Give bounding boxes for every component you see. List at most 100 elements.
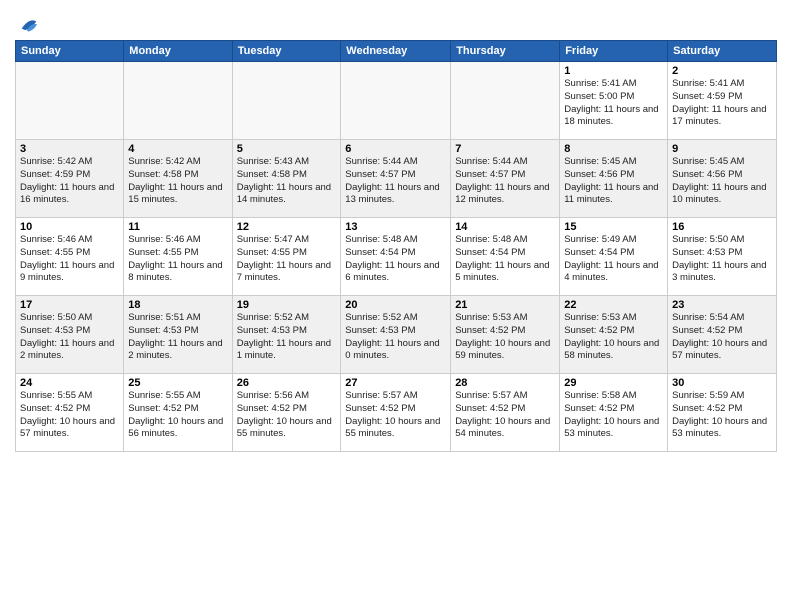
day-number: 2 [672,65,772,77]
day-info: Sunrise: 5:45 AM Sunset: 4:56 PM Dayligh… [672,156,772,207]
day-info: Sunrise: 5:51 AM Sunset: 4:53 PM Dayligh… [128,312,227,363]
day-info: Sunrise: 5:59 AM Sunset: 4:52 PM Dayligh… [672,390,772,441]
calendar-cell: 29Sunrise: 5:58 AM Sunset: 4:52 PM Dayli… [560,374,668,452]
weekday-header: Sunday [16,41,124,62]
day-info: Sunrise: 5:56 AM Sunset: 4:52 PM Dayligh… [237,390,337,441]
day-info: Sunrise: 5:44 AM Sunset: 4:57 PM Dayligh… [455,156,555,207]
day-info: Sunrise: 5:42 AM Sunset: 4:59 PM Dayligh… [20,156,119,207]
calendar-cell: 9Sunrise: 5:45 AM Sunset: 4:56 PM Daylig… [668,140,777,218]
day-number: 8 [564,143,663,155]
weekday-header: Friday [560,41,668,62]
calendar-cell: 22Sunrise: 5:53 AM Sunset: 4:52 PM Dayli… [560,296,668,374]
calendar-cell [341,62,451,140]
day-number: 17 [20,299,119,311]
calendar-cell: 10Sunrise: 5:46 AM Sunset: 4:55 PM Dayli… [16,218,124,296]
calendar-cell [232,62,341,140]
day-info: Sunrise: 5:50 AM Sunset: 4:53 PM Dayligh… [20,312,119,363]
header [15,10,777,36]
day-info: Sunrise: 5:55 AM Sunset: 4:52 PM Dayligh… [128,390,227,441]
calendar-cell: 7Sunrise: 5:44 AM Sunset: 4:57 PM Daylig… [451,140,560,218]
day-number: 26 [237,377,337,389]
day-number: 6 [345,143,446,155]
calendar-cell: 2Sunrise: 5:41 AM Sunset: 4:59 PM Daylig… [668,62,777,140]
day-number: 21 [455,299,555,311]
day-number: 1 [564,65,663,77]
calendar-cell: 3Sunrise: 5:42 AM Sunset: 4:59 PM Daylig… [16,140,124,218]
day-info: Sunrise: 5:46 AM Sunset: 4:55 PM Dayligh… [20,234,119,285]
calendar-cell: 8Sunrise: 5:45 AM Sunset: 4:56 PM Daylig… [560,140,668,218]
day-number: 29 [564,377,663,389]
day-info: Sunrise: 5:46 AM Sunset: 4:55 PM Dayligh… [128,234,227,285]
calendar-week-row: 1Sunrise: 5:41 AM Sunset: 5:00 PM Daylig… [16,62,777,140]
logo [15,14,40,36]
day-number: 15 [564,221,663,233]
day-info: Sunrise: 5:57 AM Sunset: 4:52 PM Dayligh… [345,390,446,441]
day-number: 24 [20,377,119,389]
day-number: 11 [128,221,227,233]
calendar-week-row: 10Sunrise: 5:46 AM Sunset: 4:55 PM Dayli… [16,218,777,296]
day-number: 20 [345,299,446,311]
calendar-cell: 12Sunrise: 5:47 AM Sunset: 4:55 PM Dayli… [232,218,341,296]
day-info: Sunrise: 5:42 AM Sunset: 4:58 PM Dayligh… [128,156,227,207]
day-info: Sunrise: 5:47 AM Sunset: 4:55 PM Dayligh… [237,234,337,285]
day-info: Sunrise: 5:48 AM Sunset: 4:54 PM Dayligh… [455,234,555,285]
day-number: 9 [672,143,772,155]
day-number: 13 [345,221,446,233]
day-info: Sunrise: 5:50 AM Sunset: 4:53 PM Dayligh… [672,234,772,285]
day-number: 12 [237,221,337,233]
page-container: SundayMondayTuesdayWednesdayThursdayFrid… [0,0,792,457]
calendar-cell: 13Sunrise: 5:48 AM Sunset: 4:54 PM Dayli… [341,218,451,296]
calendar-cell [451,62,560,140]
day-number: 23 [672,299,772,311]
calendar-cell: 14Sunrise: 5:48 AM Sunset: 4:54 PM Dayli… [451,218,560,296]
day-number: 7 [455,143,555,155]
calendar-cell: 16Sunrise: 5:50 AM Sunset: 4:53 PM Dayli… [668,218,777,296]
calendar-week-row: 3Sunrise: 5:42 AM Sunset: 4:59 PM Daylig… [16,140,777,218]
day-info: Sunrise: 5:48 AM Sunset: 4:54 PM Dayligh… [345,234,446,285]
calendar-cell: 6Sunrise: 5:44 AM Sunset: 4:57 PM Daylig… [341,140,451,218]
day-number: 3 [20,143,119,155]
day-info: Sunrise: 5:57 AM Sunset: 4:52 PM Dayligh… [455,390,555,441]
day-number: 10 [20,221,119,233]
day-number: 16 [672,221,772,233]
calendar-cell: 19Sunrise: 5:52 AM Sunset: 4:53 PM Dayli… [232,296,341,374]
day-info: Sunrise: 5:52 AM Sunset: 4:53 PM Dayligh… [345,312,446,363]
calendar-cell: 18Sunrise: 5:51 AM Sunset: 4:53 PM Dayli… [124,296,232,374]
calendar-cell: 30Sunrise: 5:59 AM Sunset: 4:52 PM Dayli… [668,374,777,452]
calendar-cell: 23Sunrise: 5:54 AM Sunset: 4:52 PM Dayli… [668,296,777,374]
day-number: 19 [237,299,337,311]
calendar-cell: 4Sunrise: 5:42 AM Sunset: 4:58 PM Daylig… [124,140,232,218]
calendar-week-row: 17Sunrise: 5:50 AM Sunset: 4:53 PM Dayli… [16,296,777,374]
calendar-cell: 17Sunrise: 5:50 AM Sunset: 4:53 PM Dayli… [16,296,124,374]
weekday-header: Thursday [451,41,560,62]
calendar-cell [124,62,232,140]
day-info: Sunrise: 5:58 AM Sunset: 4:52 PM Dayligh… [564,390,663,441]
day-info: Sunrise: 5:49 AM Sunset: 4:54 PM Dayligh… [564,234,663,285]
calendar-cell: 25Sunrise: 5:55 AM Sunset: 4:52 PM Dayli… [124,374,232,452]
day-number: 14 [455,221,555,233]
weekday-header: Monday [124,41,232,62]
calendar-cell: 15Sunrise: 5:49 AM Sunset: 4:54 PM Dayli… [560,218,668,296]
calendar-table: SundayMondayTuesdayWednesdayThursdayFrid… [15,40,777,452]
day-number: 18 [128,299,227,311]
calendar-cell: 5Sunrise: 5:43 AM Sunset: 4:58 PM Daylig… [232,140,341,218]
calendar-cell: 24Sunrise: 5:55 AM Sunset: 4:52 PM Dayli… [16,374,124,452]
day-number: 5 [237,143,337,155]
calendar-cell: 11Sunrise: 5:46 AM Sunset: 4:55 PM Dayli… [124,218,232,296]
day-info: Sunrise: 5:55 AM Sunset: 4:52 PM Dayligh… [20,390,119,441]
logo-icon [18,14,40,36]
calendar-week-row: 24Sunrise: 5:55 AM Sunset: 4:52 PM Dayli… [16,374,777,452]
day-info: Sunrise: 5:52 AM Sunset: 4:53 PM Dayligh… [237,312,337,363]
weekday-header: Saturday [668,41,777,62]
calendar-cell: 20Sunrise: 5:52 AM Sunset: 4:53 PM Dayli… [341,296,451,374]
day-info: Sunrise: 5:41 AM Sunset: 5:00 PM Dayligh… [564,78,663,129]
weekday-header: Wednesday [341,41,451,62]
calendar-cell: 1Sunrise: 5:41 AM Sunset: 5:00 PM Daylig… [560,62,668,140]
day-info: Sunrise: 5:54 AM Sunset: 4:52 PM Dayligh… [672,312,772,363]
day-info: Sunrise: 5:53 AM Sunset: 4:52 PM Dayligh… [455,312,555,363]
day-info: Sunrise: 5:44 AM Sunset: 4:57 PM Dayligh… [345,156,446,207]
calendar-cell: 26Sunrise: 5:56 AM Sunset: 4:52 PM Dayli… [232,374,341,452]
day-info: Sunrise: 5:45 AM Sunset: 4:56 PM Dayligh… [564,156,663,207]
day-info: Sunrise: 5:43 AM Sunset: 4:58 PM Dayligh… [237,156,337,207]
weekday-header: Tuesday [232,41,341,62]
